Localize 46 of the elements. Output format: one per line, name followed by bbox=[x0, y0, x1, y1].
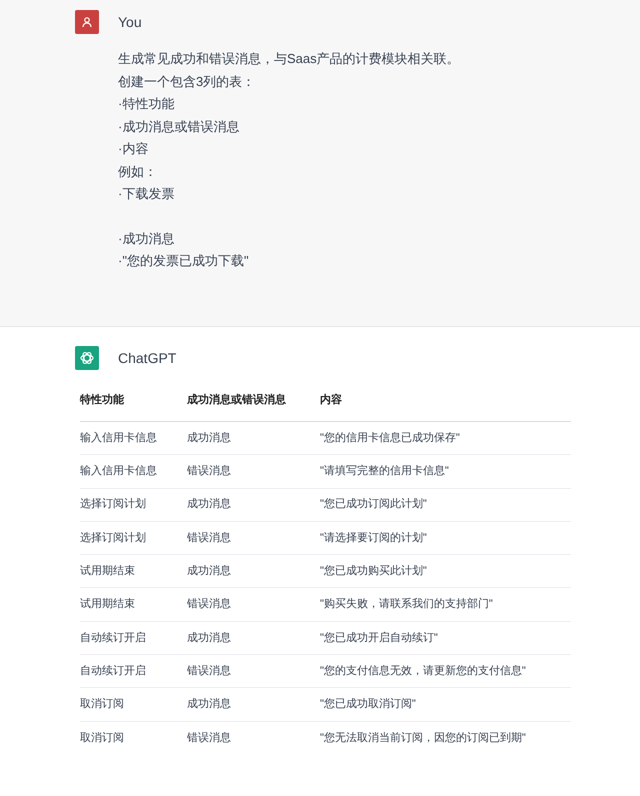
table-cell-text: 错误消息 bbox=[187, 731, 232, 746]
table-cell-text: 错误消息 bbox=[187, 464, 232, 480]
table-cell-text: "您已成功订阅此计划" bbox=[320, 497, 428, 512]
table-cell-text: "购买失败，请联系我们的支持部门" bbox=[320, 596, 494, 612]
table-cell-text: "您的信用卡信息已成功保存" bbox=[320, 430, 461, 446]
table-cell-text: "请填写完整的信用卡信息" bbox=[320, 464, 450, 480]
table-cell-text: 输入信用卡信息 bbox=[80, 464, 158, 480]
message-line: 例如： bbox=[118, 162, 158, 180]
table-cell-text: 选择订阅计划 bbox=[80, 497, 147, 512]
table-cell-text: 自动续订开启 bbox=[80, 630, 147, 646]
user-avatar-icon bbox=[75, 10, 99, 34]
table-cell-text: "您已成功开启自动续订" bbox=[320, 630, 439, 646]
table-cell-text: 成功消息 bbox=[187, 630, 232, 646]
message-line: ·"您的发票已成功下载" bbox=[118, 252, 250, 270]
message-line: ·特性功能 bbox=[118, 95, 176, 113]
message-line: ·成功消息或错误消息 bbox=[118, 118, 240, 136]
table-cell-text: 成功消息 bbox=[187, 430, 232, 446]
table-cell-text: 试用期结束 bbox=[80, 564, 136, 580]
author-name: ChatGPT bbox=[118, 348, 176, 368]
table-cell-text: 取消订阅 bbox=[80, 697, 125, 712]
table-cell-text: "您的支付信息无效，请更新您的支付信息" bbox=[320, 664, 527, 679]
message-line: 创建一个包含3列的表： bbox=[118, 72, 256, 90]
table-cell-text: 输入信用卡信息 bbox=[80, 430, 158, 446]
message-line: ·下载发票 bbox=[118, 185, 176, 203]
column-header: 特性功能 bbox=[80, 392, 125, 408]
table-cell-text: "请选择要订阅的计划" bbox=[320, 530, 428, 546]
table-cell-text: 选择订阅计划 bbox=[80, 530, 147, 546]
table-cell-text: "您无法取消当前订阅，因您的订阅已到期" bbox=[320, 731, 527, 746]
table-cell-text: 错误消息 bbox=[187, 597, 232, 612]
message-line: ·内容 bbox=[118, 140, 150, 158]
message-line: ·成功消息 bbox=[118, 230, 176, 248]
table-cell-text: "您已成功取消订阅" bbox=[320, 697, 417, 712]
column-header: 成功消息或错误消息 bbox=[187, 392, 287, 408]
table-cell-text: 自动续订开启 bbox=[80, 664, 147, 679]
table-cell-text: 成功消息 bbox=[187, 697, 232, 712]
author-name: You bbox=[118, 12, 142, 32]
table-cell-text: 错误消息 bbox=[187, 664, 232, 679]
table-cell-text: 成功消息 bbox=[187, 564, 232, 580]
table-cell-text: 试用期结束 bbox=[80, 597, 136, 612]
chatgpt-logo-icon bbox=[75, 346, 99, 370]
table-cell-text: "您已成功购买此计划" bbox=[320, 564, 428, 580]
message-line: 生成常见成功和错误消息，与Saas产品的计费模块相关联。 bbox=[118, 50, 461, 68]
column-header: 内容 bbox=[320, 392, 343, 408]
table-cell-text: 取消订阅 bbox=[80, 731, 125, 746]
table-cell-text: 成功消息 bbox=[187, 497, 232, 512]
table-cell-text: 错误消息 bbox=[187, 530, 232, 546]
